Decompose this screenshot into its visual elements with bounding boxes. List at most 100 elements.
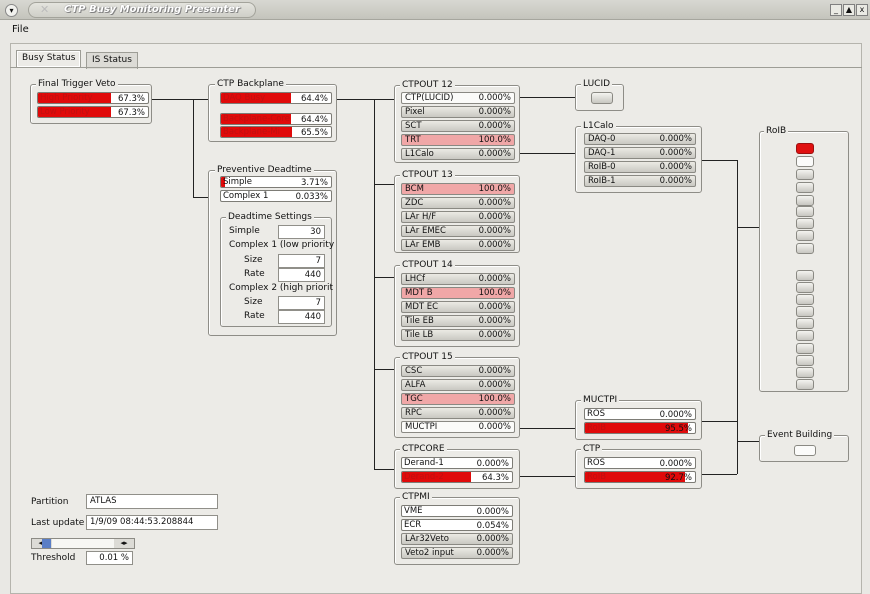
row-label: Tile LB <box>405 330 434 340</box>
l1calo-row-daq-0: DAQ-0 0.000% <box>584 133 696 145</box>
row-label: CSC <box>405 366 423 376</box>
out12-row-ctp-lucid-: CTP(LUCID) 0.000% <box>401 92 515 104</box>
bar-value: 67.3% <box>117 108 145 118</box>
connector <box>737 227 759 228</box>
out14-row-lhcf: LHCf 0.000% <box>401 273 515 285</box>
connector <box>737 160 738 474</box>
out15-row-csc: CSC 0.000% <box>401 365 515 377</box>
event-building-indicator <box>794 445 816 456</box>
row-value: 0.000% <box>478 380 511 390</box>
bar-value: 64.4% <box>300 115 328 125</box>
tab-busy-status[interactable]: Busy Status <box>16 50 82 67</box>
backplane-core-bar: Backplane-Core 64.4% <box>220 113 332 125</box>
connector <box>337 99 374 100</box>
veto2-input-indicator: Veto2 input 0.000% <box>401 547 513 559</box>
complex1-rate-label: Rate <box>244 269 265 279</box>
complex2-size-input[interactable]: 7 <box>278 296 325 310</box>
ctpmi-title: CTPMI <box>400 492 432 502</box>
bar-label: RoIB <box>587 423 607 433</box>
last-update-field: 1/9/09 08:44:53.208844 <box>86 515 218 530</box>
roib-indicator <box>796 243 814 254</box>
ctpout12-title: CTPOUT 12 <box>400 80 455 90</box>
l1calo-row-daq-1: DAQ-1 0.000% <box>584 147 696 159</box>
roib-indicator <box>796 318 814 329</box>
row-label: LAr EMEC <box>405 226 446 236</box>
complex2-rate-input[interactable]: 440 <box>278 310 325 324</box>
bar-label: ROS <box>587 409 605 419</box>
out12-row-l1calo: L1Calo 0.000% <box>401 148 515 160</box>
bar-label: DAQ Busy <box>223 93 266 103</box>
connector <box>520 97 575 98</box>
complex2-label: Complex 2 (high priorit <box>229 283 334 293</box>
complex1-size-input[interactable]: 7 <box>278 254 325 268</box>
row-label: LAr H/F <box>405 212 437 222</box>
row-value: 0.000% <box>478 121 511 131</box>
out13-row-zdc: ZDC 0.000% <box>401 197 515 209</box>
roib-title: RoIB <box>764 126 789 136</box>
window-menu-icon[interactable]: ▾ <box>5 4 18 17</box>
bar-label: Complex 1 <box>223 191 269 201</box>
simple-input[interactable]: 30 <box>278 225 325 239</box>
partition-label: Partition <box>31 497 69 507</box>
minimize-button[interactable]: _ <box>830 4 842 16</box>
roib-indicator <box>796 182 814 193</box>
complex2-rate-label: Rate <box>244 311 265 321</box>
last-update-label: Last update <box>31 518 85 528</box>
row-label: LAr EMB <box>405 240 441 250</box>
row-value: 100.0% <box>478 135 511 145</box>
connector <box>374 184 394 185</box>
bar-label: RoIB <box>587 472 607 482</box>
maximize-button[interactable]: ▲ <box>843 4 855 16</box>
roib-indicator <box>796 343 814 354</box>
l1calo-title: L1Calo <box>581 121 616 131</box>
row-label: ZDC <box>405 198 424 208</box>
roib-indicator <box>796 379 814 390</box>
roib-indicator <box>796 330 814 341</box>
complex1-size-label: Size <box>244 255 263 265</box>
roib-indicator <box>796 195 814 206</box>
preventive-deadtime-title: Preventive Deadtime <box>215 165 314 175</box>
ctpcore-title: CTPCORE <box>400 444 447 454</box>
row-label: BCM <box>405 184 424 194</box>
row-label: MDT EC <box>405 302 439 312</box>
ctp-frame <box>575 449 702 489</box>
vme-bar: VME 0.000% <box>401 505 513 517</box>
out12-row-pixel: Pixel 0.000% <box>401 106 515 118</box>
slider-right-arrows-icon[interactable]: ◂▸ <box>114 539 134 548</box>
close-button[interactable]: x <box>856 4 868 16</box>
row-label: SCT <box>405 121 422 131</box>
ecr-bar: ECR 0.054% <box>401 519 513 531</box>
complex1-rate-input[interactable]: 440 <box>278 268 325 282</box>
muctpi-title: MUCTPI <box>581 395 620 405</box>
threshold-field[interactable]: 0.01 % <box>86 551 133 565</box>
slider-thumb[interactable] <box>42 539 51 548</box>
row-label: LAr32Veto <box>405 534 449 544</box>
out14-row-mdt-ec: MDT EC 0.000% <box>401 301 515 313</box>
row-value: 0.000% <box>478 422 511 432</box>
derand-1-bar: Derand-1 0.000% <box>401 457 513 469</box>
connector <box>374 469 394 470</box>
row-value: 0.000% <box>659 176 692 186</box>
ctpout13-title: CTPOUT 13 <box>400 170 455 180</box>
bar-label: Backplane-Core <box>223 114 290 124</box>
daq-busy-bar: DAQ Busy 64.4% <box>220 92 332 104</box>
threshold-label: Threshold <box>31 553 76 563</box>
row-label: CTP(LUCID) <box>405 93 454 103</box>
lar32veto-indicator: LAr32Veto 0.000% <box>401 533 513 545</box>
row-value: 0.000% <box>659 148 692 158</box>
out15-row-tgc: TGC 100.0% <box>401 393 515 405</box>
simple-deadtime-bar: Simple 3.71% <box>220 176 332 188</box>
out14-row-tile-lb: Tile LB 0.000% <box>401 329 515 341</box>
row-value: 0.000% <box>478 330 511 340</box>
lucid-title: LUCID <box>581 79 613 89</box>
bar-value: 0.000% <box>659 410 692 420</box>
row-label: RPC <box>405 408 422 418</box>
row-label: DAQ-0 <box>588 134 616 144</box>
connector <box>374 277 394 278</box>
bar-value: 65.5% <box>300 128 328 138</box>
ctp-title: CTP <box>581 444 603 454</box>
file-menu[interactable]: File <box>12 24 29 35</box>
out13-row-lar-emb: LAr EMB 0.000% <box>401 239 515 251</box>
row-value: 0.000% <box>478 149 511 159</box>
bar-label: High Priority <box>40 93 93 103</box>
